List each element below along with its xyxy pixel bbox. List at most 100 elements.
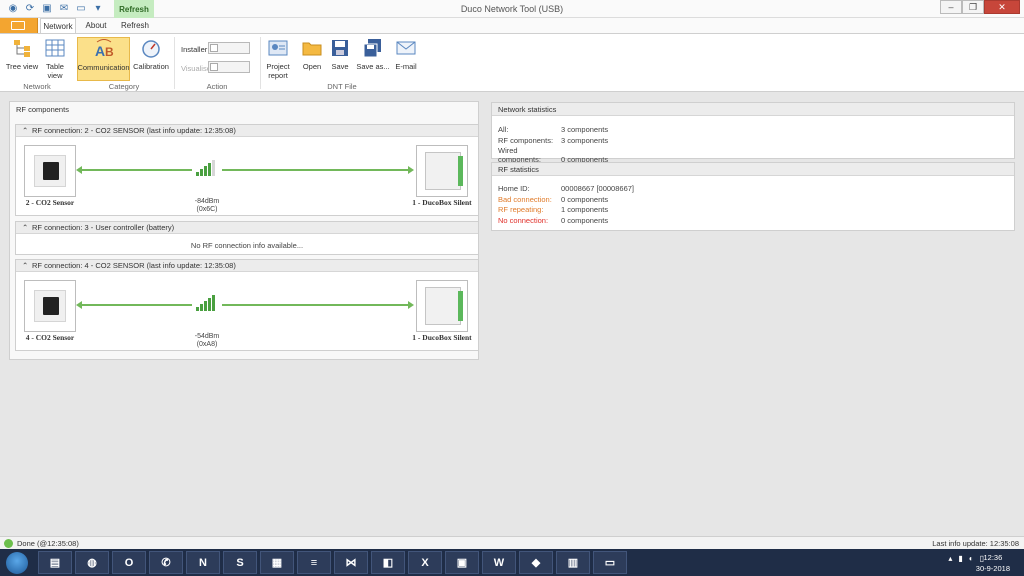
stat-value: 3 components — [561, 125, 609, 134]
arrow-right-icon — [408, 301, 414, 309]
stat-row: All: 3 components — [498, 125, 608, 134]
installer-toggle-knob — [210, 44, 218, 52]
group-label-category: Category — [108, 82, 140, 91]
stat-value: 0 components — [561, 216, 609, 225]
skype-icon[interactable]: S — [223, 551, 257, 574]
visualise-toggle[interactable] — [208, 61, 250, 73]
save-as-button[interactable]: Save as... — [355, 37, 391, 81]
signal-strength-icon — [196, 295, 215, 311]
tree-view-icon — [11, 37, 33, 59]
co2-sensor-image — [34, 290, 66, 322]
volume-icon[interactable]: ◐ — [969, 554, 974, 563]
stat-key: Bad connection: — [498, 195, 552, 204]
installer-label: Installer — [181, 45, 208, 54]
clock-date: 30-9-2018 — [975, 564, 1010, 573]
communication-label: Communication — [77, 63, 130, 72]
rf-statistics-title: RF statistics — [498, 165, 539, 174]
visualise-toggle-knob — [210, 63, 218, 71]
network-statistics-title: Network statistics — [498, 105, 557, 114]
visualise-label: Visualise — [181, 64, 211, 73]
table-view-button[interactable]: Table view — [40, 37, 70, 81]
installer-toggle[interactable] — [208, 42, 250, 54]
co2-sensor-device[interactable] — [24, 280, 76, 332]
ribbon-separator — [174, 37, 175, 89]
tree-view-button[interactable]: Tree view — [4, 37, 40, 81]
communication-button[interactable]: AB Communication — [77, 37, 130, 81]
excel-icon[interactable]: X — [408, 551, 442, 574]
rf-connection-title: RF connection: 4 - CO2 SENSOR (last info… — [32, 261, 236, 270]
rf-connection-header[interactable]: ⌃ RF connection: 4 - CO2 SENSOR (last inf… — [16, 260, 478, 272]
arrow-right-icon — [408, 166, 414, 174]
open-button[interactable]: Open — [299, 37, 325, 81]
stat-value: 1 components — [561, 205, 609, 214]
ducobox-device[interactable] — [416, 280, 468, 332]
remote-desktop-icon[interactable]: ▥ — [556, 551, 590, 574]
connection-line — [80, 304, 192, 306]
calculator-icon[interactable]: ▦ — [260, 551, 294, 574]
clock[interactable]: 12:36 30-9-2018 — [976, 552, 1010, 574]
duco-network-tool-icon[interactable]: ▭ — [593, 551, 627, 574]
title-bar: ◉ ⟳ ▣ ✉ ▭ ▾ Refresh Duco Network Tool (U… — [0, 0, 1024, 18]
word-icon[interactable]: W — [482, 551, 516, 574]
calibration-label: Calibration — [133, 62, 169, 71]
visual-studio-icon[interactable]: ⋈ — [334, 551, 368, 574]
window-title: Duco Network Tool (USB) — [460, 4, 564, 14]
signal-hex: (0x6C) — [196, 206, 218, 213]
tab-about[interactable]: About — [80, 18, 112, 33]
save-icon — [329, 37, 351, 59]
stat-key: RF repeating: — [498, 205, 544, 214]
app-icon-green[interactable]: ◧ — [371, 551, 405, 574]
stat-row: No connection: 0 components — [498, 216, 608, 225]
ribbon-separator — [260, 37, 261, 89]
rf-statistics-panel: RF statistics Home ID: 00008667 [00008667… — [491, 162, 1015, 231]
project-report-button[interactable]: Project report — [263, 37, 293, 81]
rf-connection-header[interactable]: ⌃ RF connection: 3 - User controller (bat… — [16, 222, 478, 234]
no-rf-info-message: No RF connection info available... — [190, 241, 304, 250]
open-folder-icon — [301, 37, 323, 59]
onenote-icon[interactable]: N — [186, 551, 220, 574]
co2-sensor-device[interactable] — [24, 145, 76, 197]
ducobox-device[interactable] — [416, 145, 468, 197]
chrome-icon[interactable]: ◍ — [75, 551, 109, 574]
minimize-button[interactable]: – — [940, 0, 962, 14]
stat-row: RF repeating: 1 components — [498, 205, 608, 214]
window-controls: – ❐ ✕ — [940, 0, 1020, 14]
file-explorer-icon[interactable]: ▤ — [38, 551, 72, 574]
save-button[interactable]: Save — [327, 37, 353, 81]
status-bar: Done (@12:35:08) Last info update: 12:35… — [0, 536, 1024, 549]
save-as-icon — [362, 37, 384, 59]
network-app-icon[interactable]: ▣ — [445, 551, 479, 574]
start-button[interactable] — [6, 552, 28, 574]
tray-arrow-icon[interactable]: ▴ — [948, 554, 952, 563]
calibration-button[interactable]: Calibration — [132, 37, 170, 81]
stat-row: RF components: 3 components — [498, 136, 608, 145]
whatsapp-icon[interactable]: ✆ — [149, 551, 183, 574]
right-device-label: 1 - DucoBox Silent — [412, 333, 472, 342]
todoist-icon[interactable]: ≡ — [297, 551, 331, 574]
tab-refresh[interactable]: Refresh — [116, 18, 154, 33]
email-button[interactable]: E-mail — [393, 37, 419, 81]
group-label-action: Action — [206, 82, 228, 91]
project-report-label: Project report — [266, 62, 290, 80]
close-button[interactable]: ✕ — [984, 0, 1020, 14]
svg-text:B: B — [105, 45, 114, 59]
status-text: Done (@12:35:08) — [17, 539, 79, 548]
stat-row: Home ID: 00008667 [00008667] — [498, 184, 634, 193]
save-label: Save — [331, 62, 349, 71]
stat-key: All: — [498, 125, 509, 134]
file-menu-button[interactable] — [0, 18, 38, 33]
open-label: Open — [302, 62, 322, 71]
email-icon — [395, 37, 417, 59]
co2-sensor-image — [34, 155, 66, 187]
collapse-chevron-icon: ⌃ — [22, 223, 29, 232]
maximize-button[interactable]: ❐ — [962, 0, 984, 14]
tool-icon[interactable]: ◆ — [519, 551, 553, 574]
left-device-label: 2 - CO2 Sensor — [25, 198, 75, 207]
collapse-chevron-icon: ⌃ — [22, 261, 29, 270]
connection-line — [80, 169, 192, 171]
stat-value: 0 components — [561, 195, 609, 204]
outlook-icon[interactable]: O — [112, 551, 146, 574]
network-icon[interactable]: ▮ — [958, 554, 962, 563]
rf-connection-header[interactable]: ⌃ RF connection: 2 - CO2 SENSOR (last inf… — [16, 125, 478, 137]
tab-network[interactable]: Network — [40, 18, 76, 33]
